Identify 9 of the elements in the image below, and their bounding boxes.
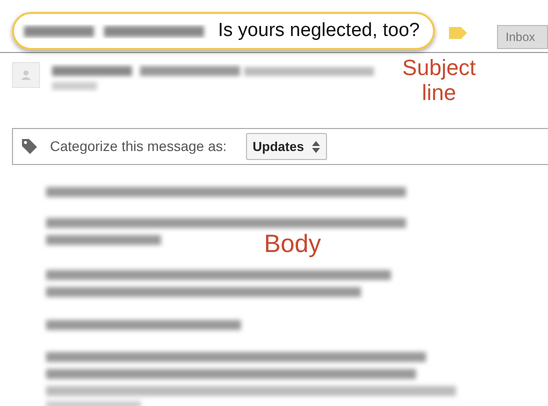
label-tag-icon[interactable]: [449, 27, 467, 39]
categorize-label: Categorize this message as:: [50, 137, 227, 156]
annotation-text: Subject line: [401, 55, 477, 106]
category-select[interactable]: Updates: [246, 132, 327, 160]
subject-line: Is yours neglected, too?: [218, 18, 420, 43]
tag-icon: [21, 138, 38, 155]
updown-arrow-icon: [312, 140, 320, 154]
annotation-text: Body: [264, 230, 321, 259]
person-icon: [21, 70, 31, 80]
